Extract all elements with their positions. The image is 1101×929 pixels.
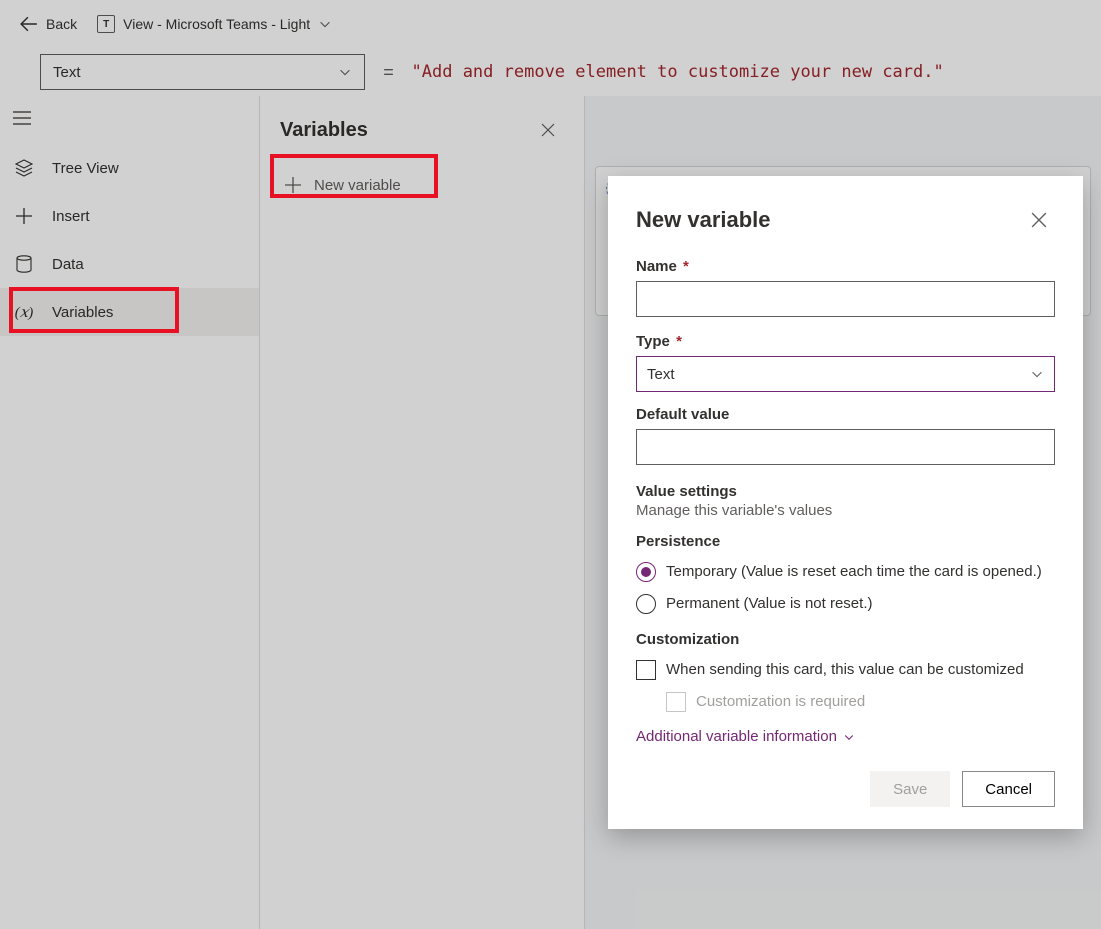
nav-insert[interactable]: Insert: [0, 192, 259, 240]
radio-icon: [636, 594, 656, 614]
name-input[interactable]: [636, 281, 1055, 317]
data-icon: [14, 254, 34, 274]
chevron-down-icon: [1030, 367, 1044, 381]
dialog-close-button[interactable]: [1023, 204, 1055, 236]
radio-label: Temporary (Value is reset each time the …: [666, 562, 1042, 582]
chevron-down-icon: [318, 17, 332, 31]
save-button[interactable]: Save: [870, 771, 950, 807]
new-variable-button[interactable]: New variable: [280, 168, 564, 202]
persistence-heading: Persistence: [636, 533, 1055, 550]
variable-icon: (𝑥): [14, 302, 34, 322]
type-label: Type *: [636, 333, 1055, 350]
checkbox-label: Customization is required: [696, 692, 865, 712]
nav-data[interactable]: Data: [0, 240, 259, 288]
nav-label: Insert: [52, 208, 90, 225]
value-settings-subtext: Manage this variable's values: [636, 502, 1055, 519]
tree-view-icon: [14, 158, 34, 178]
customization-heading: Customization: [636, 631, 1055, 648]
nav-label: Data: [52, 256, 84, 273]
additional-info-expander[interactable]: Additional variable information: [636, 728, 1055, 745]
plus-icon: [284, 176, 302, 194]
property-selector[interactable]: Text: [40, 54, 365, 90]
checkbox-label: When sending this card, this value can b…: [666, 660, 1024, 680]
customization-checkbox[interactable]: When sending this card, this value can b…: [636, 654, 1055, 686]
customization-required-checkbox: Customization is required: [666, 686, 1055, 718]
hamburger-button[interactable]: [0, 96, 44, 140]
default-value-input[interactable]: [636, 429, 1055, 465]
back-label: Back: [46, 16, 77, 32]
nav-label: Tree View: [52, 160, 119, 177]
type-select[interactable]: Text: [636, 356, 1055, 392]
property-selector-value: Text: [53, 64, 81, 81]
dialog-title: New variable: [636, 207, 771, 233]
equals-sign: =: [377, 62, 400, 83]
chevron-down-icon: [338, 65, 352, 79]
formula-bar-text[interactable]: "Add and remove element to customize you…: [412, 62, 944, 82]
value-settings-heading: Value settings: [636, 483, 1055, 500]
teams-icon: T: [97, 15, 115, 33]
nav-tree-view[interactable]: Tree View: [0, 144, 259, 192]
default-value-label: Default value: [636, 406, 1055, 423]
back-button[interactable]: Back: [8, 15, 89, 33]
nav-variables[interactable]: (𝑥) Variables: [0, 288, 259, 336]
plus-icon: [14, 206, 34, 226]
persistence-permanent-radio[interactable]: Permanent (Value is not reset.): [636, 588, 1055, 620]
nav-label: Variables: [52, 304, 113, 321]
radio-label: Permanent (Value is not reset.): [666, 594, 872, 614]
name-label: Name *: [636, 258, 1055, 275]
checkbox-icon: [636, 660, 656, 680]
close-panel-button[interactable]: [532, 114, 564, 146]
new-variable-label: New variable: [314, 177, 401, 194]
chevron-down-icon: [843, 731, 855, 743]
radio-icon: [636, 562, 656, 582]
checkbox-icon: [666, 692, 686, 712]
new-variable-dialog: New variable Name * Type * Text Default …: [608, 176, 1083, 829]
cancel-button[interactable]: Cancel: [962, 771, 1055, 807]
view-title: View - Microsoft Teams - Light: [123, 16, 310, 32]
view-switcher[interactable]: T View - Microsoft Teams - Light: [97, 15, 332, 33]
persistence-temporary-radio[interactable]: Temporary (Value is reset each time the …: [636, 556, 1055, 588]
arrow-left-icon: [20, 15, 38, 33]
expander-label: Additional variable information: [636, 728, 837, 745]
variables-panel-title: Variables: [280, 119, 368, 142]
type-select-value: Text: [647, 366, 675, 383]
